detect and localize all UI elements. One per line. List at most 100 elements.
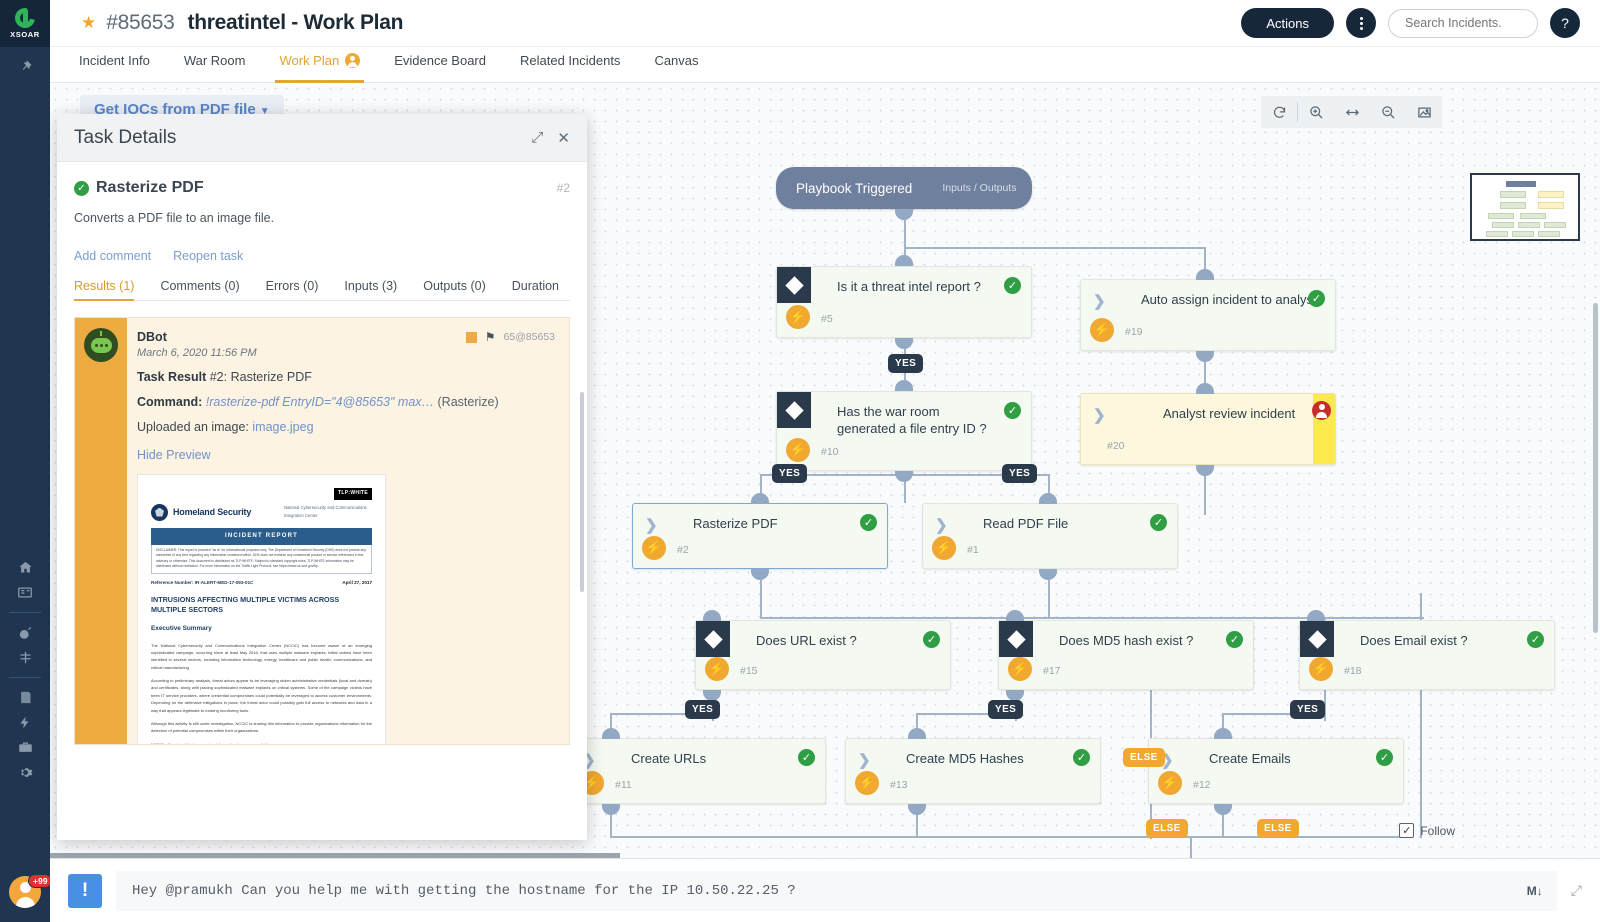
expand-icon[interactable]: ⤢: [531, 129, 543, 146]
more-options-button[interactable]: [1346, 8, 1376, 38]
threat-icon[interactable]: [0, 620, 50, 645]
node-is-it-a-threat-intel-report[interactable]: Is it a threat intel report ? ⚡ #5 ✓: [776, 266, 1032, 338]
actions-button[interactable]: Actions: [1241, 8, 1334, 38]
node-create-md5-hashes[interactable]: ❯ Create MD5 Hashes ⚡ #13 ✓: [845, 738, 1101, 804]
reopen-task-link[interactable]: Reopen task: [173, 249, 243, 263]
tab-duration[interactable]: Duration: [512, 279, 559, 300]
node-connector-cap: [1214, 728, 1232, 739]
reset-view-icon[interactable]: [1261, 96, 1297, 128]
task-chevron-icon: ❯: [645, 517, 658, 534]
tab-canvas[interactable]: Canvas: [654, 47, 698, 83]
zoom-out-icon[interactable]: [1370, 96, 1406, 128]
node-does-email-exist[interactable]: Does Email exist ? ⚡ #18 ✓: [1299, 620, 1555, 690]
node-analyst-review-incident[interactable]: ❯ Analyst review incident #20: [1080, 393, 1336, 465]
help-button[interactable]: ?: [1550, 8, 1580, 38]
automation-icon[interactable]: [0, 710, 50, 735]
node-connector-cap: [602, 728, 620, 739]
node-playbook-triggered[interactable]: Playbook Triggered Inputs / Outputs: [776, 167, 1032, 209]
playbooks-icon[interactable]: [0, 645, 50, 670]
tab-results[interactable]: Results (1): [74, 279, 135, 301]
node-does-url-exist[interactable]: Does URL exist ? ⚡ #15 ✓: [695, 620, 951, 690]
node-id: #18: [1344, 665, 1362, 677]
assignee-avatar-icon: [345, 53, 361, 68]
pdf-subheading: Executive Summary: [151, 625, 212, 633]
close-icon[interactable]: ✕: [557, 129, 570, 147]
chat-message-text: Hey @pramukh Can you help me with gettin…: [132, 882, 796, 899]
home-icon[interactable]: [0, 555, 50, 580]
node-title: Read PDF File: [983, 516, 1069, 531]
zoom-in-icon[interactable]: [1298, 96, 1334, 128]
pin-sidebar-button[interactable]: [0, 47, 50, 85]
entry-upload: Uploaded an image: image.jpeg: [137, 420, 555, 434]
tab-related-incidents[interactable]: Related Incidents: [520, 47, 620, 83]
tab-label: Work Plan: [279, 53, 340, 68]
settings-icon[interactable]: [0, 760, 50, 785]
node-connector-cap: [1196, 269, 1214, 280]
reports-icon[interactable]: [0, 685, 50, 710]
tab-label: Evidence Board: [394, 53, 486, 68]
task-result-label: Task Result: [137, 370, 207, 384]
toggle-preview-link[interactable]: Hide Preview: [137, 448, 211, 462]
tab-inputs[interactable]: Inputs (3): [344, 279, 397, 300]
pdf-center-name: National Cybersecurity and Communication…: [284, 505, 367, 518]
task-action-links: Add comment Reopen task: [74, 249, 570, 263]
pdf-preview[interactable]: TLP:WHITE Homeland Security National Cyb…: [137, 474, 386, 744]
notification-badge[interactable]: +99: [28, 874, 53, 888]
status-complete-icon: ✓: [1376, 749, 1393, 766]
entry-id: 65@85653: [503, 331, 555, 343]
screenshot-icon[interactable]: [1406, 96, 1442, 128]
flag-icon[interactable]: ⚑: [485, 330, 496, 344]
task-result-value: #2: Rasterize PDF: [209, 370, 312, 384]
panel-scrollbar[interactable]: [580, 392, 584, 592]
canvas-vertical-scrollbar[interactable]: [1593, 303, 1598, 633]
expand-chat-icon[interactable]: ⤢: [1571, 882, 1582, 899]
node-auto-assign-incident-to-analyst[interactable]: ❯ Auto assign incident to analyst ⚡ #19 …: [1080, 279, 1336, 351]
tab-war-room[interactable]: War Room: [184, 47, 246, 83]
tab-incident-info[interactable]: Incident Info: [79, 47, 150, 83]
node-read-pdf-file[interactable]: ❯ Read PDF File ⚡ #1 ✓: [922, 503, 1178, 569]
tab-errors[interactable]: Errors (0): [266, 279, 319, 300]
marketplace-icon[interactable]: [0, 735, 50, 760]
manual-task-icon: [1312, 401, 1331, 420]
favorite-star-icon[interactable]: ★: [81, 13, 96, 33]
edge-label-else: ELSE: [1257, 819, 1299, 838]
automation-bolt-icon: ⚡: [932, 536, 956, 560]
pdf-paragraph: According to preliminary analysis, threa…: [151, 678, 372, 713]
node-create-urls[interactable]: ❯ Create URLs ⚡ #11 ✓: [570, 738, 826, 804]
chat-message-input[interactable]: Hey @pramukh Can you help me with gettin…: [116, 870, 1557, 911]
tab-comments[interactable]: Comments (0): [160, 279, 239, 300]
node-title: Is it a threat intel report ?: [837, 279, 981, 294]
node-title: Analyst review incident: [1163, 406, 1296, 421]
node-title: Create MD5 Hashes: [906, 751, 1024, 766]
tab-work-plan[interactable]: Work Plan: [275, 47, 364, 83]
uploaded-file-link[interactable]: image.jpeg: [252, 420, 313, 434]
node-does-md5-hash-exist[interactable]: Does MD5 hash exist ? ⚡ #17 ✓: [998, 620, 1254, 690]
tab-outputs[interactable]: Outputs (0): [423, 279, 486, 300]
follow-checkbox[interactable]: ✓: [1399, 823, 1415, 838]
add-comment-link[interactable]: Add comment: [74, 249, 151, 263]
task-chevron-icon: ❯: [935, 517, 948, 534]
condition-icon: [999, 621, 1033, 657]
markdown-indicator[interactable]: M↓: [1527, 884, 1543, 898]
follow-toggle[interactable]: ✓ Follow: [1399, 823, 1455, 838]
entry-meta: ⚑ 65@85653: [465, 330, 555, 344]
command-prefix-icon[interactable]: !: [68, 873, 102, 908]
node-rasterize-pdf[interactable]: ❯ Rasterize PDF ⚡ #2 ✓: [632, 503, 888, 569]
dashboard-icon[interactable]: [0, 580, 50, 605]
search-input[interactable]: [1405, 16, 1521, 30]
fit-width-icon[interactable]: [1334, 96, 1370, 128]
tab-evidence-board[interactable]: Evidence Board: [394, 47, 486, 83]
note-icon[interactable]: [465, 331, 477, 343]
canvas-minimap[interactable]: [1470, 173, 1580, 241]
war-room-chat-bar: ! Hey @pramukh Can you help me with gett…: [50, 858, 1600, 922]
pdf-reference-number: Reference Number: IR-ALERT-MED-17-093-01…: [151, 579, 254, 585]
automation-bolt-icon: ⚡: [705, 657, 729, 681]
rail-icon-group: [0, 555, 50, 785]
node-has-the-war-room-generated-a-file-entry-id[interactable]: Has the war room generated a file entry …: [776, 391, 1032, 471]
entry-author-strip: [75, 318, 127, 744]
edge: [904, 247, 1204, 249]
task-details-header: Task Details ⤢ ✕: [57, 114, 587, 162]
node-title: Has the war room generated a file entry …: [837, 404, 987, 436]
node-create-emails[interactable]: ❯ Create Emails ⚡ #12 ✓: [1148, 738, 1404, 804]
search-incidents-field[interactable]: [1388, 8, 1538, 38]
